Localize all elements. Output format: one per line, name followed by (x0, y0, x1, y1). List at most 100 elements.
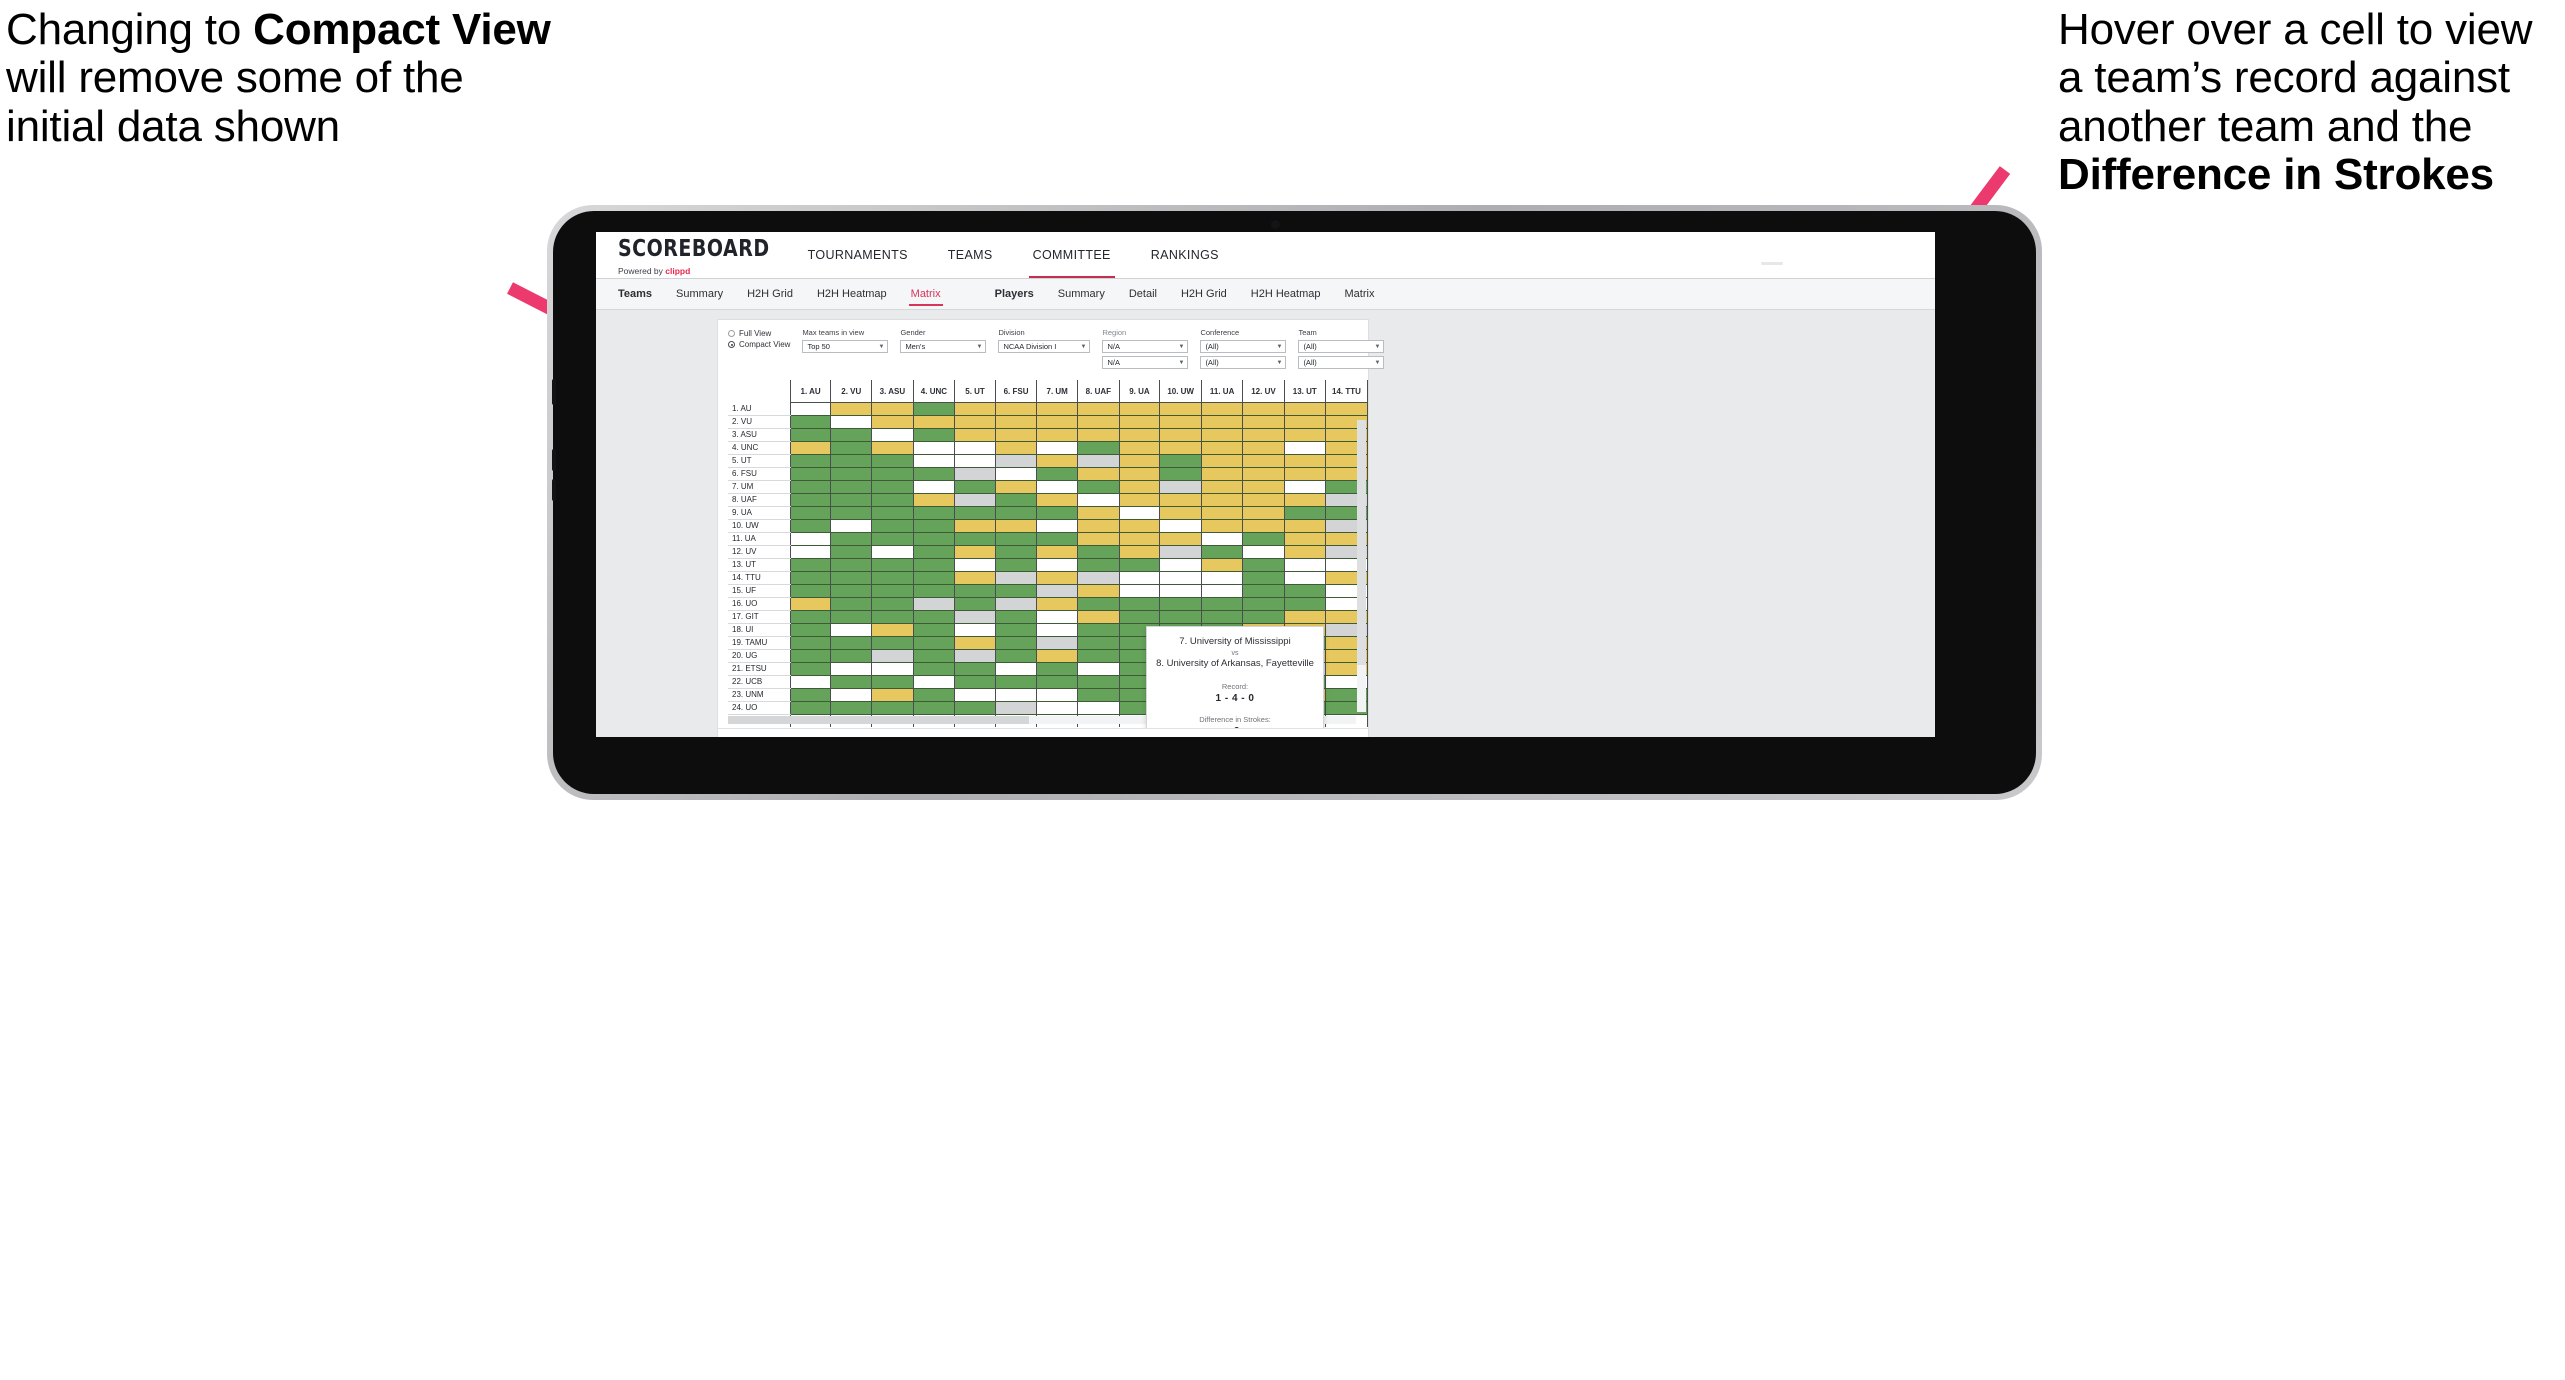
matrix-cell[interactable] (1118, 532, 1160, 546)
matrix-cell[interactable] (1159, 480, 1202, 494)
matrix-cell[interactable] (1159, 402, 1202, 416)
matrix-cell[interactable] (912, 506, 955, 520)
matrix-cell[interactable] (994, 636, 1037, 650)
matrix-cell[interactable] (954, 545, 996, 559)
matrix-cell[interactable] (1036, 636, 1078, 650)
matrix-cell[interactable] (871, 662, 914, 676)
matrix-cell[interactable] (912, 584, 955, 598)
matrix-cell[interactable] (871, 610, 914, 624)
matrix-cell[interactable] (912, 545, 955, 559)
matrix-cell[interactable] (1036, 675, 1078, 689)
matrix-cell[interactable] (912, 623, 955, 637)
matrix-cell[interactable] (1036, 454, 1078, 468)
matrix-cell[interactable] (1242, 428, 1285, 442)
matrix-cell[interactable] (789, 428, 831, 442)
matrix-cell[interactable] (994, 701, 1037, 715)
tab-players-matrix[interactable]: Matrix (1333, 279, 1387, 309)
radio-full-view[interactable]: Full View (728, 329, 790, 338)
matrix-cell[interactable] (954, 584, 996, 598)
matrix-cell[interactable] (789, 519, 831, 533)
matrix-cell[interactable] (912, 454, 955, 468)
matrix-cell[interactable] (1200, 415, 1243, 429)
matrix-cell[interactable] (1242, 480, 1285, 494)
matrix-cell[interactable] (912, 428, 955, 442)
matrix-cell[interactable] (1283, 467, 1326, 481)
tab-teams-h2h-heatmap[interactable]: H2H Heatmap (805, 279, 899, 309)
matrix-cell[interactable] (1036, 662, 1078, 676)
power-button[interactable] (552, 379, 556, 405)
matrix-cell[interactable] (1077, 532, 1120, 546)
matrix-cell[interactable] (994, 402, 1037, 416)
matrix-cell[interactable] (1118, 558, 1160, 572)
tab-players-detail[interactable]: Detail (1117, 279, 1169, 309)
matrix-cell[interactable] (1242, 441, 1285, 455)
matrix-cell[interactable] (1036, 402, 1078, 416)
matrix-cell[interactable] (871, 558, 914, 572)
matrix-cell[interactable] (994, 558, 1037, 572)
matrix-cell[interactable] (994, 545, 1037, 559)
matrix-cell[interactable] (912, 571, 955, 585)
matrix-cell[interactable] (954, 597, 996, 611)
matrix-cell[interactable] (912, 662, 955, 676)
matrix-cell[interactable] (1077, 610, 1120, 624)
matrix-cell[interactable] (830, 701, 872, 715)
matrix-cell[interactable] (830, 519, 872, 533)
matrix-cell[interactable] (1283, 571, 1326, 585)
matrix-cell[interactable] (1200, 610, 1243, 624)
matrix-cell[interactable] (1036, 597, 1078, 611)
matrix-cell[interactable] (830, 688, 872, 702)
matrix-cell[interactable] (789, 545, 831, 559)
matrix-cell[interactable] (1200, 571, 1243, 585)
select-gender[interactable]: Men's ▼ (900, 340, 987, 354)
matrix-cell[interactable] (1283, 545, 1326, 559)
matrix-cell[interactable] (830, 675, 872, 689)
matrix-cell[interactable] (871, 584, 914, 598)
matrix-cell[interactable] (789, 402, 831, 416)
matrix-cell[interactable] (994, 428, 1037, 442)
matrix-cell[interactable] (954, 506, 996, 520)
matrix-cell[interactable] (830, 545, 872, 559)
matrix-cell[interactable] (994, 649, 1037, 663)
matrix-cell[interactable] (1159, 584, 1202, 598)
matrix-cell[interactable] (1159, 597, 1202, 611)
matrix-cell[interactable] (912, 467, 955, 481)
matrix-cell[interactable] (1159, 454, 1202, 468)
matrix-cell[interactable] (1200, 493, 1243, 507)
matrix-cell[interactable] (871, 519, 914, 533)
matrix-cell[interactable] (1036, 649, 1078, 663)
matrix-cell[interactable] (830, 571, 872, 585)
matrix-cell[interactable] (994, 441, 1037, 455)
matrix-cell[interactable] (871, 480, 914, 494)
matrix-cell[interactable] (830, 441, 872, 455)
matrix-cell[interactable] (1283, 532, 1326, 546)
matrix-cell[interactable] (1118, 610, 1160, 624)
matrix-cell[interactable] (1200, 506, 1243, 520)
matrix-cell[interactable] (871, 428, 914, 442)
matrix-cell[interactable] (1077, 519, 1120, 533)
matrix-cell[interactable] (1283, 402, 1326, 416)
matrix-cell[interactable] (871, 493, 914, 507)
matrix-cell[interactable] (1283, 558, 1326, 572)
matrix-cell[interactable] (1118, 480, 1160, 494)
matrix-cell[interactable] (994, 506, 1037, 520)
matrix-cell[interactable] (1118, 545, 1160, 559)
matrix-scroll-region[interactable]: 1. AU 2. VU 3. ASU 4. UNC 5. UT 6. FSU 7. UM 8.… (718, 378, 1368, 728)
matrix-cell[interactable] (1077, 506, 1120, 520)
matrix-cell[interactable] (871, 532, 914, 546)
matrix-cell[interactable] (830, 454, 872, 468)
matrix-cell[interactable] (1077, 402, 1120, 416)
matrix-cell[interactable] (954, 662, 996, 676)
matrix-cell[interactable] (912, 532, 955, 546)
matrix-cell[interactable] (1036, 571, 1078, 585)
matrix-cell[interactable] (954, 415, 996, 429)
matrix-cell[interactable] (1200, 545, 1243, 559)
matrix-cell[interactable] (954, 402, 996, 416)
matrix-cell[interactable] (1200, 532, 1243, 546)
matrix-cell[interactable] (1159, 493, 1202, 507)
matrix-cell[interactable] (954, 636, 996, 650)
matrix-cell[interactable] (912, 649, 955, 663)
matrix-cell[interactable] (954, 441, 996, 455)
matrix-cell[interactable] (1077, 428, 1120, 442)
select-team-2[interactable]: (All) ▼ (1298, 356, 1385, 370)
matrix-cell[interactable] (830, 623, 872, 637)
